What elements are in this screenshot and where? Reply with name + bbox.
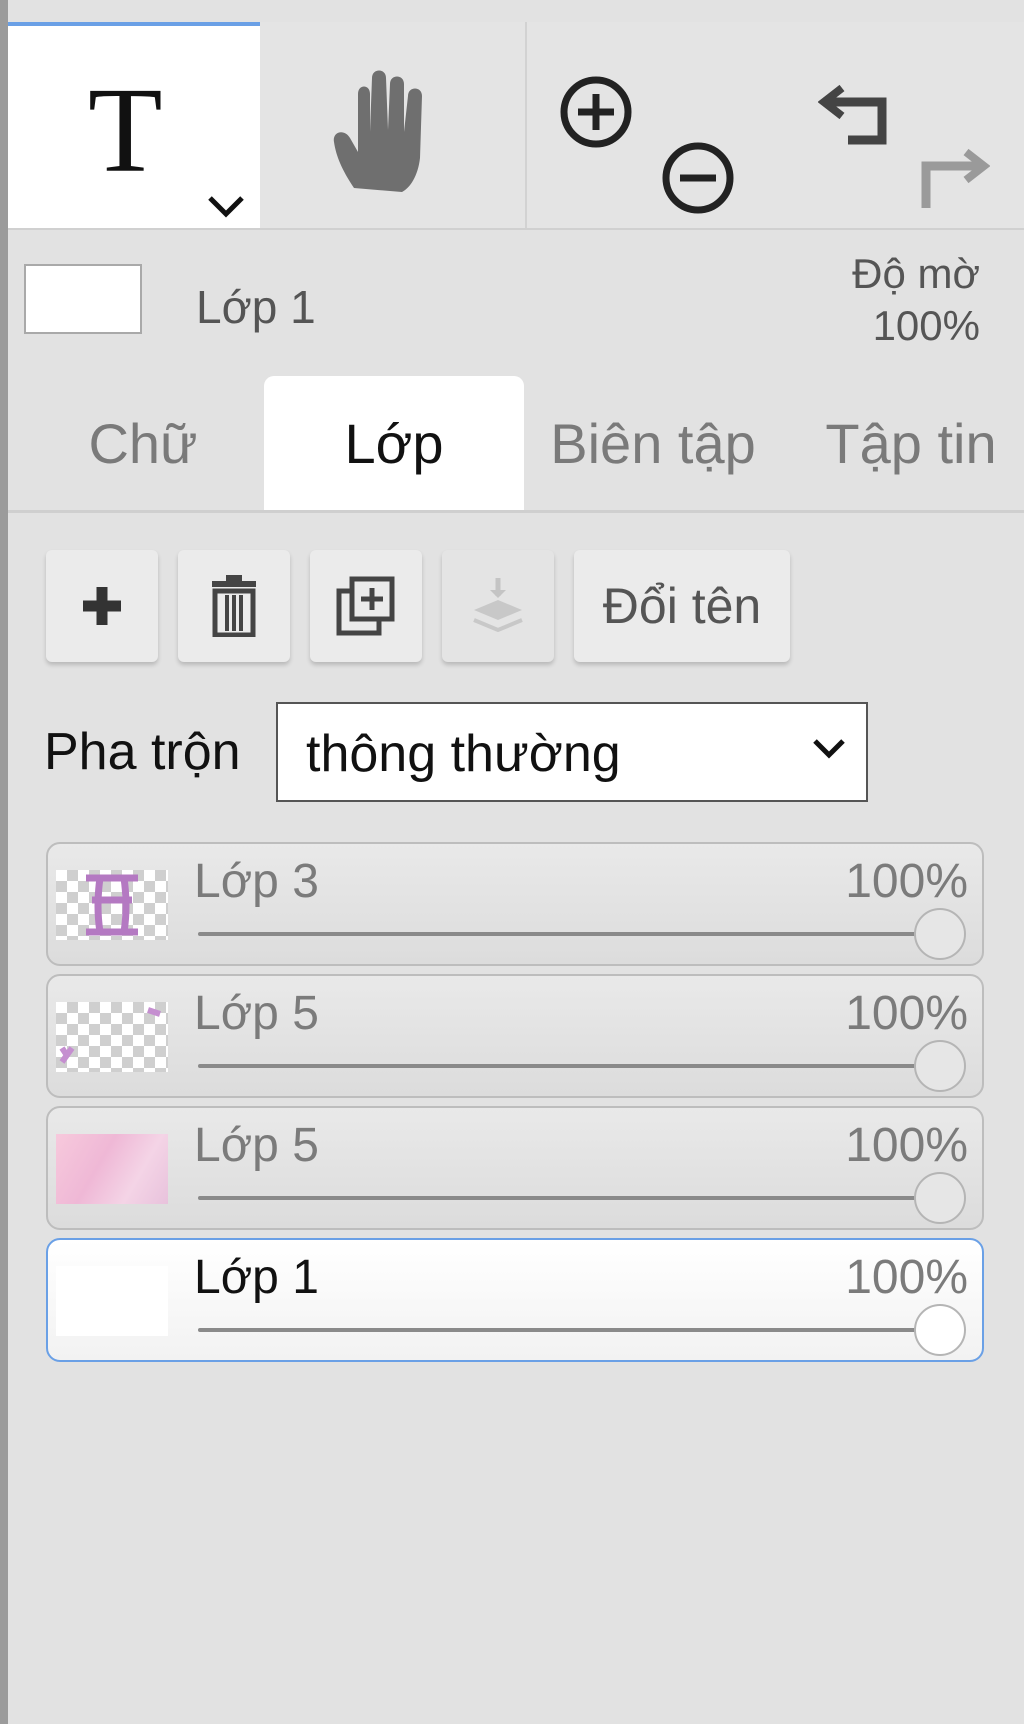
opacity-slider-track[interactable] <box>198 1196 922 1200</box>
layer-color-swatch[interactable] <box>24 264 142 334</box>
opacity-value: 100% <box>872 302 980 349</box>
merge-down-button[interactable] <box>442 550 554 662</box>
opacity-slider-handle[interactable] <box>914 1040 966 1092</box>
blend-mode-select[interactable]: thông thường <box>276 702 868 802</box>
blend-mode-value: thông thường <box>306 725 621 783</box>
layer-name: Lớp 1 <box>194 1251 319 1304</box>
opacity-slider-handle[interactable] <box>914 1304 966 1356</box>
zoom-out-icon[interactable] <box>660 140 736 221</box>
current-layer-name: Lớp 1 <box>196 281 316 333</box>
opacity-slider-track[interactable] <box>198 1328 922 1332</box>
left-edge <box>0 0 8 1724</box>
top-strip <box>8 0 1024 22</box>
layer-row[interactable]: Lớp 3 100% <box>46 842 984 966</box>
text-tool-button[interactable]: T <box>8 22 260 228</box>
chevron-down-icon[interactable] <box>206 194 246 225</box>
hand-icon <box>333 70 422 192</box>
layer-info-row: Lớp 1 Độ mờ 100% <box>8 230 1024 370</box>
delete-layer-button[interactable] <box>178 550 290 662</box>
add-layer-button[interactable] <box>46 550 158 662</box>
zoom-in-icon[interactable] <box>558 74 634 155</box>
toolbar-divider <box>525 22 527 228</box>
tab-file[interactable]: Tập tin <box>798 376 1024 510</box>
layer-opacity: 100% <box>845 1119 968 1172</box>
trash-icon <box>212 575 256 637</box>
tab-edit[interactable]: Biên tập <box>528 376 778 510</box>
rename-button[interactable]: Đổi tên <box>574 550 790 662</box>
opacity-slider-handle[interactable] <box>914 908 966 960</box>
layer-name: Lớp 5 <box>194 987 319 1040</box>
layer-row[interactable]: Lớp 5 100% <box>46 1106 984 1230</box>
layer-row[interactable]: Lớp 5 100% <box>46 974 984 1098</box>
tab-bar: Chữ Lớp Biên tập Tập tin <box>8 376 1024 513</box>
redo-icon[interactable] <box>914 142 991 219</box>
layer-opacity: 100% <box>845 1251 968 1304</box>
opacity-slider-track[interactable] <box>198 1064 922 1068</box>
layer-row-selected[interactable]: Lớp 1 100% <box>46 1238 984 1362</box>
opacity-slider-handle[interactable] <box>914 1172 966 1224</box>
duplicate-icon <box>336 576 395 636</box>
layer-thumbnail <box>56 1266 168 1336</box>
toolbar: T <box>8 22 1024 230</box>
text-tool-glyph: T <box>88 63 163 198</box>
duplicate-layer-button[interactable] <box>310 550 422 662</box>
layer-opacity: 100% <box>845 987 968 1040</box>
layer-thumbnail <box>56 1134 168 1204</box>
layer-opacity: 100% <box>845 855 968 908</box>
plus-icon <box>83 587 121 625</box>
tab-text[interactable]: Chữ <box>38 376 248 510</box>
layer-thumbnail <box>56 870 168 940</box>
opacity-label: Độ mờ <box>852 250 980 297</box>
blend-label: Pha trộn <box>44 723 241 781</box>
opacity-slider-track[interactable] <box>198 932 922 936</box>
hand-tool-button[interactable] <box>260 22 525 228</box>
merge-down-icon <box>473 578 523 633</box>
layer-thumbnail <box>56 1002 168 1072</box>
undo-icon[interactable] <box>817 78 894 155</box>
layer-name: Lớp 5 <box>194 1119 319 1172</box>
chevron-down-icon <box>812 738 846 765</box>
layer-name: Lớp 3 <box>194 855 319 908</box>
tab-layers[interactable]: Lớp <box>264 376 524 510</box>
